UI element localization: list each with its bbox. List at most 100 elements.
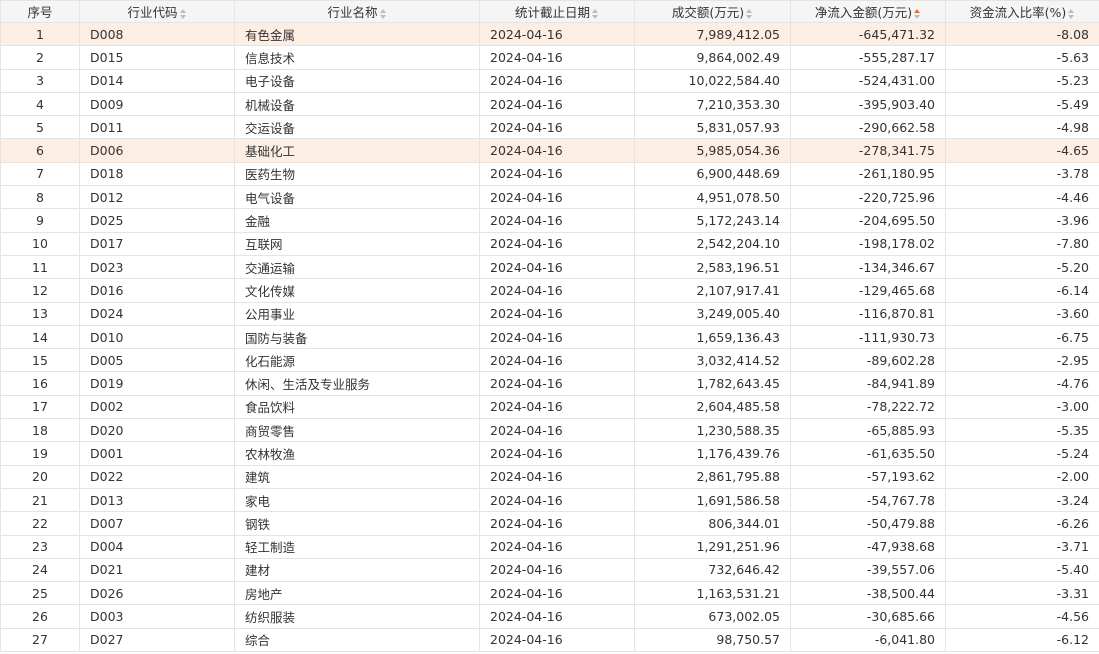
cell-seq: 6: [0, 138, 80, 163]
cell-ratio: -5.49: [945, 91, 1099, 117]
cell-date: 2024-04-16: [479, 581, 635, 606]
column-header-label: 成交额(万元): [671, 5, 745, 20]
cell-ratio: -2.00: [945, 464, 1099, 489]
sort-icon[interactable]: [1068, 8, 1075, 19]
table-row[interactable]: 24 D021 建材 2024-04-16 732,646.42 -39,557.06 -5…: [0, 557, 1099, 583]
table-row[interactable]: 27 D027 综合 2024-04-16 98,750.57 -6,041.80 -6.1…: [0, 627, 1099, 653]
column-header-date[interactable]: 统计截止日期: [479, 0, 635, 23]
column-header-seq: 序号: [0, 0, 80, 23]
cell-seq: 8: [0, 185, 80, 210]
cell-code: D001: [79, 441, 235, 466]
sort-icon[interactable]: [379, 8, 387, 19]
cell-netflow: -555,287.17: [790, 45, 946, 70]
table-row[interactable]: 20 D022 建筑 2024-04-16 2,861,795.88 -57,193.62…: [0, 464, 1099, 489]
cell-code: D005: [79, 348, 235, 373]
cell-netflow: -395,903.40: [790, 91, 946, 117]
cell-ratio: -3.78: [945, 161, 1099, 187]
cell-name: 商贸零售: [234, 418, 480, 443]
cell-turnover: 2,604,485.58: [634, 394, 791, 420]
table-row[interactable]: 7 D018 医药生物 2024-04-16 6,900,448.69 -261,180.…: [0, 161, 1099, 187]
cell-seq: 21: [0, 487, 80, 513]
cell-turnover: 5,172,243.14: [634, 208, 791, 233]
cell-name: 轻工制造: [234, 534, 480, 559]
cell-netflow: -47,938.68: [790, 534, 946, 559]
column-header-code[interactable]: 行业代码: [79, 0, 235, 23]
table-row[interactable]: 4 D009 机械设备 2024-04-16 7,210,353.30 -395,903.…: [0, 91, 1099, 117]
cell-date: 2024-04-16: [479, 185, 635, 210]
cell-code: D003: [79, 604, 235, 629]
column-header-ratio[interactable]: 资金流入比率(%): [945, 0, 1099, 23]
cell-code: D018: [79, 161, 235, 187]
table-row[interactable]: 23 D004 轻工制造 2024-04-16 1,291,251.96 -47,938.…: [0, 534, 1099, 559]
cell-seq: 5: [0, 115, 80, 140]
sort-icon[interactable]: [746, 8, 753, 19]
table-row[interactable]: 16 D019 休闲、生活及专业服务 2024-04-16 1,782,643.45 -8…: [0, 371, 1099, 396]
table-row[interactable]: 1 D008 有色金属 2024-04-16 7,989,412.05 -645,471.…: [0, 21, 1099, 47]
cell-name: 建筑: [234, 464, 480, 489]
table-row[interactable]: 17 D002 食品饮料 2024-04-16 2,604,485.58 -78,222.…: [0, 394, 1099, 420]
cell-ratio: -2.95: [945, 348, 1099, 373]
cell-seq: 12: [0, 278, 80, 303]
cell-date: 2024-04-16: [479, 394, 635, 420]
cell-turnover: 5,985,054.36: [634, 138, 791, 163]
cell-ratio: -5.63: [945, 45, 1099, 70]
cell-netflow: -78,222.72: [790, 394, 946, 420]
cell-date: 2024-04-16: [479, 511, 635, 536]
cell-seq: 20: [0, 464, 80, 489]
cell-name: 综合: [234, 627, 480, 653]
cell-netflow: -645,471.32: [790, 21, 946, 47]
table-row[interactable]: 21 D013 家电 2024-04-16 1,691,586.58 -54,767.78…: [0, 487, 1099, 513]
cell-code: D010: [79, 324, 235, 350]
cell-ratio: -6.26: [945, 511, 1099, 536]
cell-name: 化石能源: [234, 348, 480, 373]
table-row[interactable]: 25 D026 房地产 2024-04-16 1,163,531.21 -38,500.4…: [0, 581, 1099, 606]
cell-date: 2024-04-16: [479, 161, 635, 187]
cell-date: 2024-04-16: [479, 441, 635, 466]
cell-date: 2024-04-16: [479, 324, 635, 350]
sort-icon-active[interactable]: [914, 8, 921, 19]
cell-turnover: 9,864,002.49: [634, 45, 791, 70]
column-header-label: 资金流入比率(%): [969, 5, 1067, 20]
cell-date: 2024-04-16: [479, 534, 635, 559]
cell-netflow: -204,695.50: [790, 208, 946, 233]
table-row[interactable]: 13 D024 公用事业 2024-04-16 3,249,005.40 -116,870…: [0, 301, 1099, 326]
cell-code: D021: [79, 557, 235, 583]
table-row[interactable]: 26 D003 纺织服装 2024-04-16 673,002.05 -30,685.66…: [0, 604, 1099, 629]
table-row[interactable]: 14 D010 国防与装备 2024-04-16 1,659,136.43 -111,93…: [0, 324, 1099, 350]
table-row[interactable]: 8 D012 电气设备 2024-04-16 4,951,078.50 -220,725.…: [0, 185, 1099, 210]
cell-netflow: -54,767.78: [790, 487, 946, 513]
cell-seq: 17: [0, 394, 80, 420]
table-row[interactable]: 10 D017 互联网 2024-04-16 2,542,204.10 -198,178.…: [0, 231, 1099, 256]
table-row[interactable]: 2 D015 信息技术 2024-04-16 9,864,002.49 -555,287.…: [0, 45, 1099, 70]
cell-netflow: -57,193.62: [790, 464, 946, 489]
column-header-turnover[interactable]: 成交额(万元): [634, 0, 791, 23]
table-row[interactable]: 22 D007 钢铁 2024-04-16 806,344.01 -50,479.88 -6…: [0, 511, 1099, 536]
cell-turnover: 3,032,414.52: [634, 348, 791, 373]
table-row[interactable]: 18 D020 商贸零售 2024-04-16 1,230,588.35 -65,885.…: [0, 418, 1099, 443]
cell-netflow: -65,885.93: [790, 418, 946, 443]
cell-seq: 2: [0, 45, 80, 70]
cell-ratio: -3.96: [945, 208, 1099, 233]
sort-icon[interactable]: [179, 8, 187, 19]
cell-turnover: 2,861,795.88: [634, 464, 791, 489]
cell-name: 文化传媒: [234, 278, 480, 303]
cell-ratio: -5.20: [945, 254, 1099, 280]
column-header-name[interactable]: 行业名称: [234, 0, 480, 23]
cell-code: D004: [79, 534, 235, 559]
cell-netflow: -6,041.80: [790, 627, 946, 653]
table-row[interactable]: 6 D006 基础化工 2024-04-16 5,985,054.36 -278,341.…: [0, 138, 1099, 163]
column-header-netflow[interactable]: 净流入金额(万元): [790, 0, 946, 23]
cell-ratio: -3.60: [945, 301, 1099, 326]
cell-date: 2024-04-16: [479, 45, 635, 70]
table-row[interactable]: 15 D005 化石能源 2024-04-16 3,032,414.52 -89,602.…: [0, 348, 1099, 373]
sort-icon[interactable]: [592, 8, 599, 19]
cell-seq: 23: [0, 534, 80, 559]
table-row[interactable]: 12 D016 文化传媒 2024-04-16 2,107,917.41 -129,465…: [0, 278, 1099, 303]
table-row[interactable]: 19 D001 农林牧渔 2024-04-16 1,176,439.76 -61,635.…: [0, 441, 1099, 466]
table-row[interactable]: 3 D014 电子设备 2024-04-16 10,022,584.40 -524,431…: [0, 68, 1099, 93]
cell-ratio: -5.23: [945, 68, 1099, 93]
cell-code: D020: [79, 418, 235, 443]
table-row[interactable]: 5 D011 交运设备 2024-04-16 5,831,057.93 -290,662.…: [0, 115, 1099, 140]
table-row[interactable]: 11 D023 交通运输 2024-04-16 2,583,196.51 -134,346…: [0, 254, 1099, 280]
table-row[interactable]: 9 D025 金融 2024-04-16 5,172,243.14 -204,695.50…: [0, 208, 1099, 233]
